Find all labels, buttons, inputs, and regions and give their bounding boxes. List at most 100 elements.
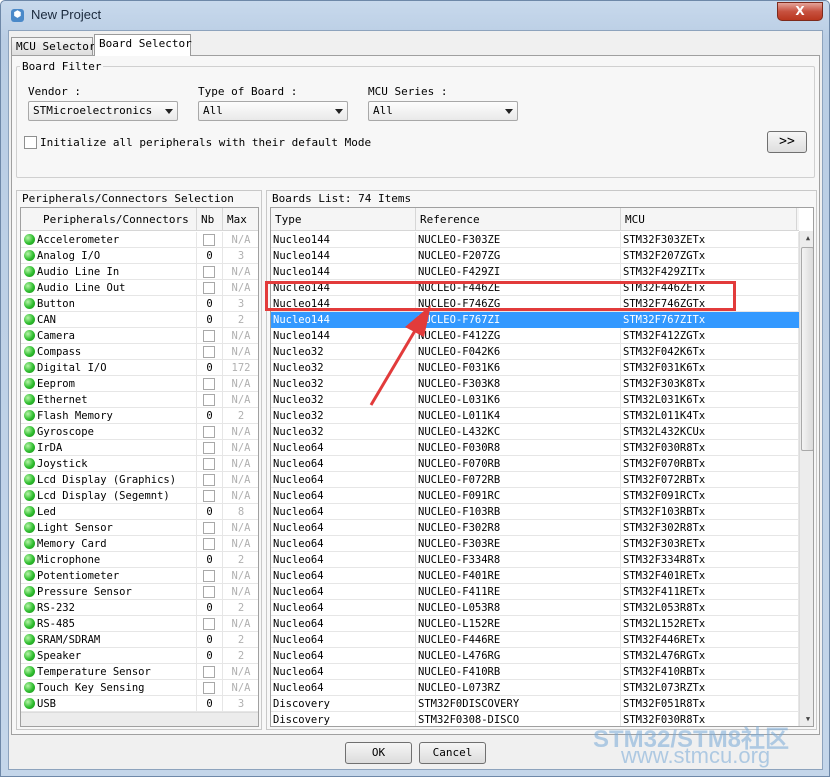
list-item[interactable]: Analog I/O 0 3 [21, 248, 258, 264]
boards-vscrollbar[interactable]: ▲ ▼ [799, 231, 813, 726]
scroll-up-icon[interactable]: ▲ [801, 231, 813, 245]
checkbox-icon[interactable] [203, 442, 215, 454]
table-row[interactable]: Nucleo64 NUCLEO-F410RB STM32F410RBTx [271, 664, 799, 680]
list-item[interactable]: Microphone 0 2 [21, 552, 258, 568]
checkbox-icon[interactable] [203, 618, 215, 630]
list-item[interactable]: Lcd Display (Segemnt) N/A [21, 488, 258, 504]
table-row[interactable]: Nucleo64 NUCLEO-F446RE STM32F446RETx [271, 632, 799, 648]
table-row[interactable]: Nucleo32 NUCLEO-F042K6 STM32F042K6Tx [271, 344, 799, 360]
table-row[interactable]: Nucleo144 NUCLEO-F767ZI STM32F767ZITx [271, 312, 799, 328]
peripheral-nb[interactable] [197, 472, 223, 488]
table-row[interactable]: Nucleo144 NUCLEO-F303ZE STM32F303ZETx [271, 232, 799, 248]
scroll-thumb[interactable] [801, 247, 813, 451]
title-bar[interactable]: ⬢ New Project X [1, 1, 829, 31]
mcu-series-combo[interactable]: All [368, 101, 518, 121]
peripheral-nb[interactable]: 0 [197, 296, 223, 312]
table-row[interactable]: Nucleo64 NUCLEO-F401RE STM32F401RETx [271, 568, 799, 584]
list-item[interactable]: Accelerometer N/A [21, 232, 258, 248]
table-row[interactable]: Nucleo64 NUCLEO-F103RB STM32F103RBTx [271, 504, 799, 520]
table-row[interactable]: Nucleo144 NUCLEO-F412ZG STM32F412ZGTx [271, 328, 799, 344]
peripheral-nb[interactable] [197, 424, 223, 440]
peripheral-nb[interactable]: 0 [197, 408, 223, 424]
checkbox-icon[interactable] [203, 666, 215, 678]
peripheral-nb[interactable]: 0 [197, 696, 223, 712]
table-row[interactable]: Nucleo64 NUCLEO-L073RZ STM32L073RZTx [271, 680, 799, 696]
list-item[interactable]: Button 0 3 [21, 296, 258, 312]
close-button[interactable]: X [777, 2, 823, 21]
list-item[interactable]: SRAM/SDRAM 0 2 [21, 632, 258, 648]
list-item[interactable]: Potentiometer N/A [21, 568, 258, 584]
table-row[interactable]: Nucleo64 NUCLEO-L053R8 STM32L053R8Tx [271, 600, 799, 616]
ok-button[interactable]: OK [345, 742, 412, 764]
table-row[interactable]: Nucleo64 NUCLEO-L476RG STM32L476RGTx [271, 648, 799, 664]
table-row[interactable]: Nucleo144 NUCLEO-F207ZG STM32F207ZGTx [271, 248, 799, 264]
table-row[interactable]: Nucleo32 NUCLEO-F303K8 STM32F303K8Tx [271, 376, 799, 392]
col-peripherals[interactable]: Peripherals/Connectors [21, 208, 197, 231]
col-reference[interactable]: Reference [416, 208, 621, 231]
table-row[interactable]: Nucleo144 NUCLEO-F429ZI STM32F429ZITx [271, 264, 799, 280]
list-item[interactable]: Compass N/A [21, 344, 258, 360]
peripheral-nb[interactable] [197, 232, 223, 248]
peripheral-nb[interactable]: 0 [197, 360, 223, 376]
table-row[interactable]: Nucleo32 NUCLEO-L432KC STM32L432KCUx [271, 424, 799, 440]
checkbox-icon[interactable] [203, 378, 215, 390]
checkbox-icon[interactable] [203, 586, 215, 598]
checkbox-icon[interactable] [203, 234, 215, 246]
col-nb[interactable]: Nb [197, 208, 223, 231]
list-item[interactable]: Joystick N/A [21, 456, 258, 472]
peripheral-nb[interactable] [197, 584, 223, 600]
list-item[interactable]: Pressure Sensor N/A [21, 584, 258, 600]
col-mcu[interactable]: MCU [621, 208, 797, 231]
peripheral-nb[interactable] [197, 264, 223, 280]
checkbox-icon[interactable] [203, 346, 215, 358]
peripheral-nb[interactable]: 0 [197, 248, 223, 264]
list-item[interactable]: Gyroscope N/A [21, 424, 258, 440]
list-item[interactable]: USB 0 3 [21, 696, 258, 712]
table-row[interactable]: Nucleo64 NUCLEO-F030R8 STM32F030R8Tx [271, 440, 799, 456]
list-item[interactable]: Led 0 8 [21, 504, 258, 520]
peripheral-nb[interactable] [197, 488, 223, 504]
peripheral-nb[interactable] [197, 328, 223, 344]
peripheral-nb[interactable] [197, 280, 223, 296]
type-of-board-combo[interactable]: All [198, 101, 348, 121]
next-button[interactable]: >> [767, 131, 807, 153]
list-item[interactable]: Digital I/O 0 172 [21, 360, 258, 376]
list-item[interactable]: RS-485 N/A [21, 616, 258, 632]
list-item[interactable]: RS-232 0 2 [21, 600, 258, 616]
vendor-combo[interactable]: STMicroelectronics [28, 101, 178, 121]
scroll-down-icon[interactable]: ▼ [801, 712, 813, 726]
peripheral-nb[interactable]: 0 [197, 648, 223, 664]
checkbox-icon[interactable] [203, 490, 215, 502]
table-row[interactable]: Nucleo64 NUCLEO-F070RB STM32F070RBTx [271, 456, 799, 472]
list-item[interactable]: Touch Key Sensing N/A [21, 680, 258, 696]
table-row[interactable]: Nucleo32 NUCLEO-F031K6 STM32F031K6Tx [271, 360, 799, 376]
table-row[interactable]: Nucleo64 NUCLEO-F334R8 STM32F334R8Tx [271, 552, 799, 568]
checkbox-icon[interactable] [203, 282, 215, 294]
peripheral-nb[interactable]: 0 [197, 552, 223, 568]
peripheral-nb[interactable] [197, 680, 223, 696]
peripheral-nb[interactable]: 0 [197, 312, 223, 328]
table-row[interactable]: Nucleo64 NUCLEO-F302R8 STM32F302R8Tx [271, 520, 799, 536]
col-max[interactable]: Max [223, 208, 258, 231]
list-item[interactable]: CAN 0 2 [21, 312, 258, 328]
table-row[interactable]: Nucleo64 NUCLEO-F411RE STM32F411RETx [271, 584, 799, 600]
checkbox-icon[interactable] [203, 426, 215, 438]
table-row[interactable]: Nucleo64 NUCLEO-F091RC STM32F091RCTx [271, 488, 799, 504]
checkbox-icon[interactable] [203, 458, 215, 470]
checkbox-icon[interactable] [203, 538, 215, 550]
checkbox-icon[interactable] [203, 474, 215, 486]
peripheral-nb[interactable]: 0 [197, 600, 223, 616]
table-row[interactable]: Nucleo64 NUCLEO-F303RE STM32F303RETx [271, 536, 799, 552]
peripheral-nb[interactable] [197, 568, 223, 584]
cancel-button[interactable]: Cancel [419, 742, 486, 764]
tab-board-selector[interactable]: Board Selector [94, 34, 192, 56]
checkbox-icon[interactable] [203, 266, 215, 278]
peripheral-nb[interactable] [197, 376, 223, 392]
table-row[interactable]: Nucleo64 NUCLEO-F072RB STM32F072RBTx [271, 472, 799, 488]
list-item[interactable]: Light Sensor N/A [21, 520, 258, 536]
list-item[interactable]: Memory Card N/A [21, 536, 258, 552]
table-row[interactable]: Nucleo64 NUCLEO-L152RE STM32L152RETx [271, 616, 799, 632]
table-row[interactable]: Discovery STM32F0DISCOVERY STM32F051R8Tx [271, 696, 799, 712]
list-item[interactable]: IrDA N/A [21, 440, 258, 456]
list-item[interactable]: Eeprom N/A [21, 376, 258, 392]
